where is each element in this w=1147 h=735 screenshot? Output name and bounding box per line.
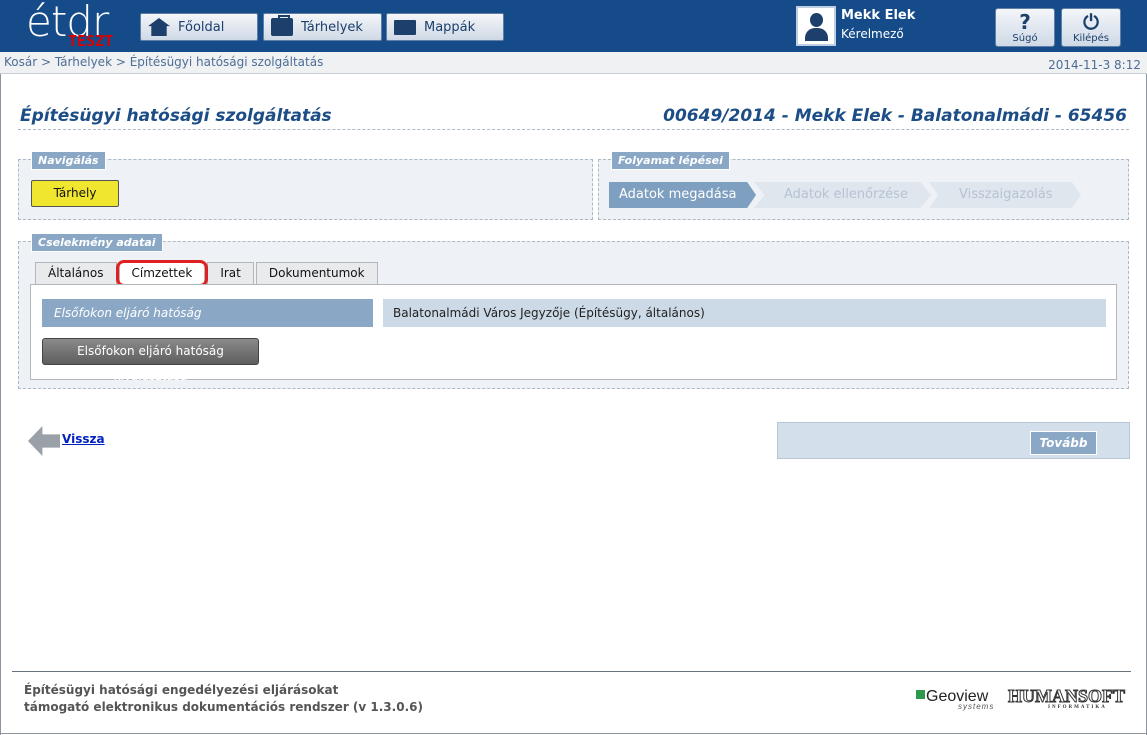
footer-line-2: támogató elektronikus dokumentációs rend… — [24, 700, 423, 714]
action-data-panel: Cselekmény adatai Általános Címzettek Ir… — [18, 233, 1129, 389]
logout-button[interactable]: ⏻ Kilépés — [1061, 8, 1121, 47]
step-data-check: Adatok ellenőrzése — [754, 182, 931, 208]
user-avatar-icon — [796, 6, 836, 46]
nav-storage-label: Tárhelyek — [301, 19, 363, 35]
navigation-legend: Navigálás — [31, 151, 106, 170]
case-title: 00649/2014 - Mekk Elek - Balatonalmádi -… — [663, 106, 1127, 126]
help-label: Súgó — [1012, 33, 1038, 44]
action-legend: Cselekmény adatai — [31, 233, 163, 252]
home-icon — [148, 18, 170, 36]
help-icon: ? — [1019, 10, 1031, 34]
next-bar: Tovább — [777, 422, 1130, 459]
tab-content: Elsőfokon eljáró hatóság Balatonalmádi V… — [30, 284, 1117, 383]
nav-folders-label: Mappák — [424, 19, 476, 35]
logo-badge: TESZT — [68, 32, 114, 50]
nav-home-label: Főoldal — [178, 19, 225, 35]
humansoft-sub: INFORMATIKA — [1048, 705, 1107, 710]
storage-button[interactable]: Tárhely — [31, 180, 119, 207]
footer-divider — [12, 671, 1131, 672]
footer-line-1: Építésügyi hatósági engedélyezési eljárá… — [24, 683, 339, 697]
navigation-panel: Navigálás Tárhely — [18, 151, 593, 220]
current-datetime: 2014-11-3 8:12 — [1048, 58, 1141, 72]
etdr-logo[interactable]: étdr TESZT — [26, 0, 126, 50]
process-legend: Folyamat lépései — [611, 151, 730, 170]
back-arrow-icon[interactable] — [28, 426, 60, 456]
user-role: Kérelmező — [841, 27, 904, 41]
breadcrumb[interactable]: Kosár > Tárhelyek > Építésügyi hatósági … — [4, 55, 323, 69]
select-authority-button[interactable]: Elsőfokon eljáró hatóság kiválasztása — [42, 338, 259, 383]
tab-general[interactable]: Általános — [35, 262, 117, 284]
folder-icon — [394, 19, 416, 35]
humansoft-name: HUMANSOFT — [1008, 686, 1126, 707]
next-button[interactable]: Tovább — [1030, 431, 1097, 455]
tab-recipients[interactable]: Címzettek — [115, 260, 209, 287]
user-name: Mekk Elek — [841, 8, 916, 23]
back-link[interactable]: Vissza — [62, 432, 105, 446]
humansoft-logo: HUMANSOFT INFORMATIKA — [1008, 686, 1126, 711]
title-row: Építésügyi hatósági szolgáltatás 00649/2… — [18, 104, 1129, 130]
nav-home-button[interactable]: Főoldal — [140, 13, 258, 41]
authority-field-value: Balatonalmádi Város Jegyzője (Építésügy,… — [383, 299, 1106, 327]
step-confirmation: Visszaigazolás — [929, 182, 1081, 208]
process-steps: Adatok megadása Adatok ellenőrzése Vissz… — [609, 182, 1081, 208]
nav-storage-button[interactable]: Tárhelyek — [263, 13, 382, 41]
power-icon: ⏻ — [1083, 10, 1099, 34]
user-info[interactable]: Mekk Elek Kérelmező — [796, 6, 915, 46]
back-nav[interactable]: Vissza — [26, 424, 106, 458]
nav-folders-button[interactable]: Mappák — [386, 13, 504, 41]
breadcrumb-bar: Kosár > Tárhelyek > Építésügyi hatósági … — [0, 52, 1147, 74]
tab-documents[interactable]: Dokumentumok — [255, 262, 378, 284]
page-title: Építésügyi hatósági szolgáltatás — [20, 106, 332, 126]
briefcase-icon — [271, 15, 293, 36]
logout-label: Kilépés — [1073, 33, 1109, 44]
geoview-mark-icon — [916, 690, 925, 699]
bottom-border — [0, 733, 1147, 734]
help-button[interactable]: ? Súgó — [995, 8, 1055, 47]
geoview-logo: Geoview systems — [916, 688, 993, 711]
top-header: étdr TESZT Főoldal Tárhelyek Mappák Mekk… — [0, 0, 1147, 52]
step-data-entry: Adatok megadása — [609, 182, 756, 208]
process-steps-panel: Folyamat lépései Adatok megadása Adatok … — [598, 151, 1129, 220]
tab-document[interactable]: Irat — [207, 262, 254, 284]
geoview-sub: systems — [958, 702, 995, 711]
footer-text: Építésügyi hatósági engedélyezési eljárá… — [24, 682, 423, 716]
authority-field-label: Elsőfokon eljáró hatóság — [42, 299, 373, 327]
tab-bar: Általános Címzettek Irat Dokumentumok — [35, 260, 380, 287]
